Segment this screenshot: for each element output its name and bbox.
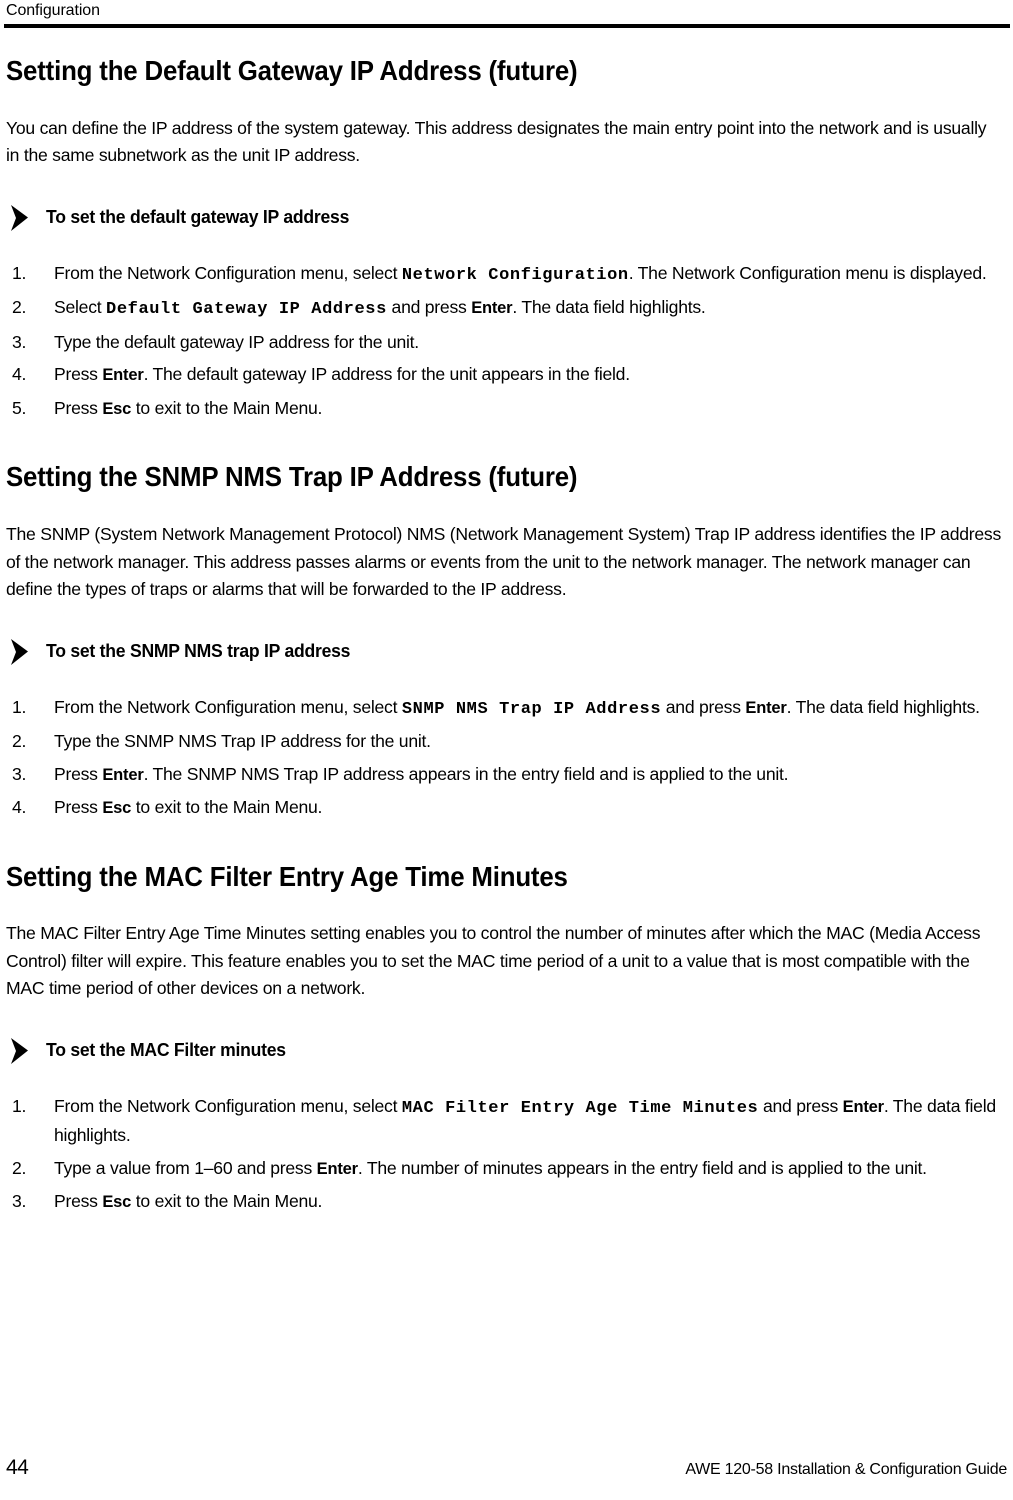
running-header: Configuration bbox=[6, 2, 100, 19]
step-item: 3. Press Esc to exit to the Main Menu. bbox=[6, 1188, 1004, 1217]
menu-command-text: SNMP NMS Trap IP Address bbox=[401, 699, 662, 719]
step-text: . The SNMP NMS Trap IP address appears i… bbox=[143, 763, 789, 784]
steps-list: 1. From the Network Configuration menu, s… bbox=[6, 260, 1004, 424]
step-text: and press bbox=[386, 297, 472, 318]
step-text: . The Network Configuration menu is disp… bbox=[628, 262, 987, 283]
step-item: 1. From the Network Configuration menu, s… bbox=[6, 694, 1004, 724]
step-item: 2. Type the SNMP NMS Trap IP address for … bbox=[6, 728, 1004, 756]
step-number: 3. bbox=[12, 1191, 27, 1212]
step-item: 1. From the Network Configuration menu, s… bbox=[6, 260, 1004, 290]
step-item: 1. From the Network Configuration menu, s… bbox=[6, 1093, 1004, 1150]
step-text: From the Network Configuration menu, sel… bbox=[54, 262, 402, 283]
step-item: 3. Press Enter. The SNMP NMS Trap IP addr… bbox=[6, 761, 1004, 790]
step-text: Type a value from 1–60 and press bbox=[54, 1157, 317, 1178]
step-number: 2. bbox=[12, 297, 27, 318]
key-name-text: Esc bbox=[102, 1193, 132, 1212]
step-text: Press bbox=[54, 1191, 103, 1212]
step-text: Type the SNMP NMS Trap IP address for th… bbox=[54, 731, 431, 752]
step-number: 2. bbox=[12, 1157, 27, 1178]
step-item: 5. Press Esc to exit to the Main Menu. bbox=[6, 395, 1004, 424]
procedure-heading: To set the MAC Filter minutes bbox=[6, 1037, 1004, 1064]
procedure-title: To set the MAC Filter minutes bbox=[46, 1038, 286, 1060]
step-text: Press bbox=[54, 364, 103, 385]
section-heading: Setting the MAC Filter Entry Age Time Mi… bbox=[6, 860, 568, 892]
section-heading: Setting the SNMP NMS Trap IP Address (fu… bbox=[6, 461, 578, 493]
step-number: 2. bbox=[12, 731, 27, 752]
step-text: and press bbox=[661, 696, 746, 717]
step-text: . The default gateway IP address for the… bbox=[143, 364, 631, 385]
page-number: 44 bbox=[6, 1456, 29, 1479]
key-name-text: Enter bbox=[842, 1097, 884, 1116]
page-content: Setting the Default Gateway IP Address (… bbox=[6, 55, 1004, 1222]
step-text: . The data field highlights. bbox=[512, 297, 706, 318]
section-heading: Setting the Default Gateway IP Address (… bbox=[6, 55, 578, 86]
step-item: 2. Select Default Gateway IP Address and … bbox=[6, 294, 1004, 324]
key-name-text: Esc bbox=[102, 399, 132, 418]
step-number: 1. bbox=[12, 696, 27, 717]
step-text: Select bbox=[54, 297, 107, 318]
steps-list: 1. From the Network Configuration menu, s… bbox=[6, 1093, 1004, 1217]
step-number: 3. bbox=[12, 763, 27, 784]
step-number: 3. bbox=[12, 331, 27, 352]
arrow-bullet-icon bbox=[10, 204, 32, 231]
step-text: to exit to the Main Menu. bbox=[131, 397, 323, 418]
procedure-title: To set the SNMP NMS trap IP address bbox=[46, 639, 351, 661]
menu-command-text: Default Gateway IP Address bbox=[106, 300, 387, 320]
step-number: 4. bbox=[12, 797, 27, 818]
step-number: 1. bbox=[12, 1095, 27, 1116]
step-text: From the Network Configuration menu, sel… bbox=[54, 1095, 402, 1116]
step-text: Type the default gateway IP address for … bbox=[54, 331, 419, 352]
section-intro-paragraph: You can define the IP address of the sys… bbox=[6, 117, 987, 166]
step-text: From the Network Configuration menu, sel… bbox=[54, 696, 402, 717]
procedure-heading: To set the SNMP NMS trap IP address bbox=[6, 638, 1004, 665]
footer-document-title: AWE 120-58 Installation & Configuration … bbox=[685, 1461, 1007, 1478]
document-page: Configuration Setting the Default Gatewa… bbox=[0, 0, 1013, 1500]
key-name-text: Esc bbox=[102, 799, 132, 818]
page-footer: 44 AWE 120-58 Installation & Configurati… bbox=[0, 1456, 1013, 1490]
key-name-text: Enter bbox=[745, 698, 787, 717]
step-text: Press bbox=[54, 397, 103, 418]
step-text: and press bbox=[758, 1095, 843, 1116]
arrow-bullet-icon bbox=[10, 638, 32, 665]
arrow-bullet-icon bbox=[10, 1037, 32, 1064]
step-text: to exit to the Main Menu. bbox=[131, 1191, 323, 1212]
key-name-text: Enter bbox=[471, 299, 513, 318]
step-text: . The data field highlights. bbox=[786, 696, 980, 717]
menu-command-text: MAC Filter Entry Age Time Minutes bbox=[401, 1098, 759, 1118]
step-item: 4. Press Enter. The default gateway IP ad… bbox=[6, 361, 1004, 390]
step-number: 5. bbox=[12, 397, 27, 418]
procedure-title: To set the default gateway IP address bbox=[46, 205, 350, 227]
key-name-text: Enter bbox=[316, 1159, 358, 1178]
step-number: 4. bbox=[12, 364, 27, 385]
section-intro-paragraph: The SNMP (System Network Management Prot… bbox=[6, 524, 1002, 600]
step-text: . The number of minutes appears in the e… bbox=[357, 1157, 927, 1178]
step-item: 4. Press Esc to exit to the Main Menu. bbox=[6, 794, 1004, 823]
step-text: to exit to the Main Menu. bbox=[131, 797, 323, 818]
step-text: Press bbox=[54, 763, 103, 784]
key-name-text: Enter bbox=[102, 366, 144, 385]
menu-command-text: Network Configuration bbox=[401, 265, 629, 285]
procedure-heading: To set the default gateway IP address bbox=[6, 204, 1004, 231]
steps-list: 1. From the Network Configuration menu, s… bbox=[6, 694, 1004, 823]
key-name-text: Enter bbox=[102, 765, 144, 784]
section-intro-paragraph: The MAC Filter Entry Age Time Minutes se… bbox=[6, 923, 981, 999]
header-rule bbox=[4, 24, 1010, 28]
step-item: 3. Type the default gateway IP address fo… bbox=[6, 329, 1004, 357]
step-text: Press bbox=[54, 797, 103, 818]
step-number: 1. bbox=[12, 262, 27, 283]
step-item: 2. Type a value from 1–60 and press Enter… bbox=[6, 1155, 1004, 1184]
